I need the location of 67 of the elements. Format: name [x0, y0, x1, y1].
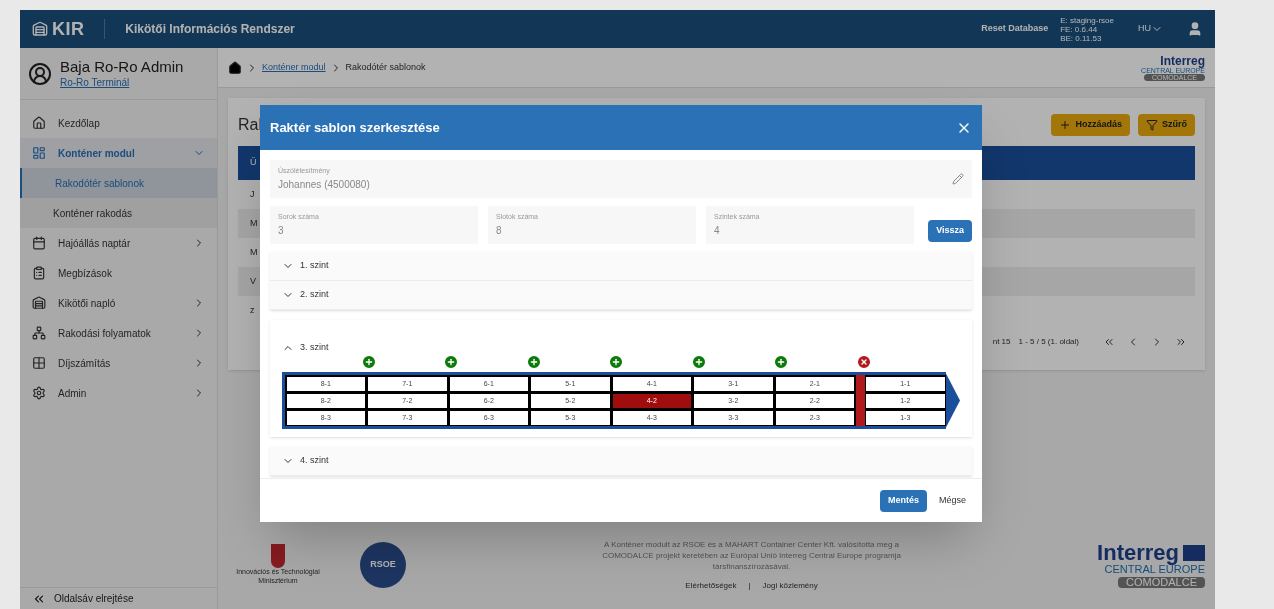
app-title: Kikötői Információs Rendszer [125, 21, 295, 38]
wall-bar [855, 375, 865, 392]
rsoe-logo: RSOE [360, 542, 406, 588]
user-icon[interactable] [1187, 21, 1203, 37]
last-page-icon[interactable] [1175, 336, 1187, 348]
dialog-title: Raktér sablon szerkesztése [270, 118, 440, 137]
menu-icon [32, 146, 46, 160]
sidebar-item[interactable]: Hajóállás naptár [20, 228, 217, 258]
sidebar-item[interactable]: Admin [20, 378, 217, 408]
level-header[interactable]: 4. szint [270, 447, 972, 476]
separator: | [748, 579, 751, 592]
reset-database-button[interactable]: Reset Database [981, 22, 1049, 36]
language-dropdown[interactable]: HU [1138, 22, 1163, 36]
level-header[interactable]: 3. szint [270, 320, 972, 354]
wall-bar [855, 409, 865, 426]
home-icon[interactable] [228, 60, 242, 75]
add-icon[interactable] [690, 354, 707, 370]
menu-icon [32, 326, 46, 340]
sidebar-item[interactable]: Rakodási folyamatok [20, 318, 217, 348]
menu-icon [32, 266, 46, 280]
version-info: E: staging-rsoe FE: 0.6.44 BE: 0.11.53 [1060, 15, 1114, 43]
level-header[interactable]: 2. szint [270, 281, 972, 310]
level-header[interactable]: 1. szint [270, 252, 972, 281]
footer-text: A Konténer modult az RSOE és a MAHART Container Center Kft. valósította meg a COMODALCE projekt keretében az Európai Unió Interreg Central Europe programja társfinanszírozásával. [601, 538, 902, 572]
remove-icon[interactable] [855, 354, 872, 370]
avatar-icon [28, 61, 52, 86]
app-logo: KIR [32, 15, 85, 43]
add-icon[interactable] [773, 354, 789, 370]
menu-icon [32, 236, 46, 250]
cancel-button[interactable]: Mégse [935, 493, 970, 508]
breadcrumb-link[interactable]: Konténer modul [262, 60, 326, 75]
filter-button[interactable]: Szűrő [1138, 114, 1195, 136]
sidebar-item[interactable]: Megbízások [20, 258, 217, 288]
hide-sidebar-button[interactable]: Oldalsáv elrejtése [20, 587, 217, 609]
menu-icon [32, 116, 46, 130]
save-button[interactable]: Mentés [879, 489, 927, 512]
interreg-logo: Interreg CENTRAL EUROPE COMODALCE [1097, 542, 1205, 588]
sidebar-item[interactable]: Kezdőlap [20, 108, 217, 138]
add-icon[interactable] [525, 354, 542, 370]
table-cell-text: J [250, 187, 255, 201]
menu-icon [32, 296, 46, 310]
column-header: Ü [250, 156, 257, 170]
page-size: nt 15 [992, 336, 1011, 348]
menu-icon [32, 386, 46, 400]
table-cell-text: V [250, 274, 256, 288]
breadcrumb-current: Rakodótér sablonok [345, 60, 426, 74]
filter-icon [1146, 119, 1158, 131]
back-button[interactable]: Vissza [928, 220, 972, 242]
page-range: 1 - 5 / 5 (1. oldal) [1018, 336, 1079, 348]
table-cell-text: M [250, 245, 258, 259]
add-icon[interactable] [608, 354, 624, 370]
edit-icon[interactable] [952, 173, 964, 185]
menu-icon [32, 356, 46, 370]
organization-link[interactable]: Ro-Ro Terminál [60, 76, 184, 90]
contact-link[interactable]: Elérhetőségek [685, 579, 737, 592]
sidebar-item[interactable]: Kikötői napló [20, 288, 217, 318]
add-icon[interactable] [443, 354, 459, 370]
user-name: Baja Ro-Ro Admin [60, 57, 184, 77]
plus-icon [1059, 119, 1072, 131]
legal-link[interactable]: Jogi közlemény [762, 579, 818, 592]
first-page-icon[interactable] [1103, 336, 1115, 348]
sidebar-item[interactable]: Díjszámítás [20, 348, 217, 378]
add-icon[interactable] [360, 354, 377, 370]
add-button[interactable]: Hozzáadás [1051, 114, 1130, 136]
sidebar-subitem[interactable]: Konténer rakodás [20, 198, 217, 228]
table-cell-text: z [250, 303, 255, 317]
table-cell-text: M [250, 216, 258, 230]
